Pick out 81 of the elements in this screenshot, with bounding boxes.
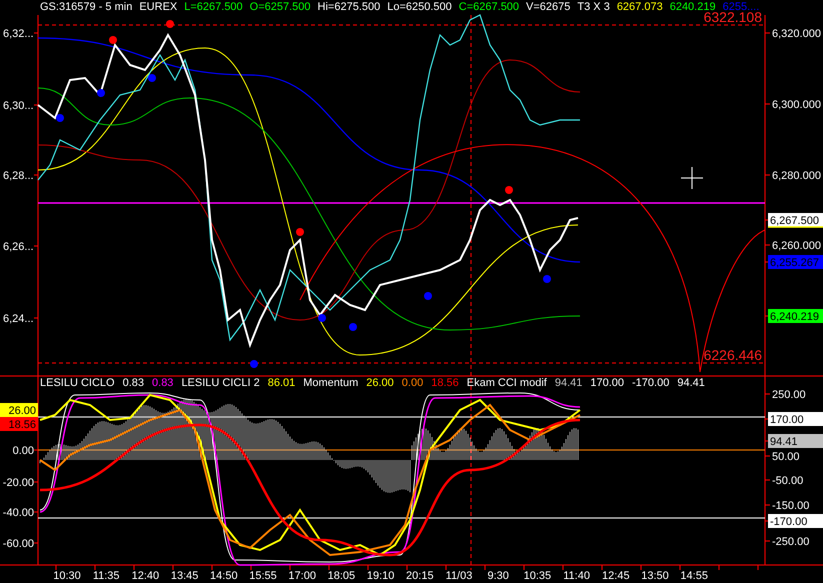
axis-label: 50.00 [772,451,800,463]
quote-value: O=6257.500 [250,1,311,14]
time-label: 12:45 [602,570,630,582]
price-tag: 6,240.219 [768,309,823,323]
legend-label: 18.56 [431,377,459,390]
time-label: 13:50 [641,570,669,582]
axis-label: 0.00 [12,445,34,457]
axis-label: 6,32... [3,28,34,40]
time-label: 14:55 [680,570,708,582]
axis-label: 6,260.000 [772,240,821,252]
time-label: 9:30 [488,570,509,582]
time-label: 20:15 [406,570,434,582]
axis-label: -20.00 [2,477,34,489]
quote-value: C=6267.500 [458,1,520,14]
legend-label: 0.83 [152,377,174,390]
quote-value: Hi=6275.500 [318,1,380,14]
value-tag: 170.00 [768,412,823,426]
peak-dot [109,36,117,44]
trough-dot [543,275,551,283]
peak-dot [166,20,174,28]
trough-dot [424,292,432,300]
axis-label: 6,320.000 [772,28,821,40]
axis-label: 250.00 [772,389,806,401]
peak-dot [296,228,304,236]
peak-dot [505,186,513,194]
time-label: 18:05 [328,570,356,582]
legend-label: LESILU CICLO [40,377,115,390]
quote-value: Lo=6250.500 [387,1,452,14]
axis-label: 6,24... [3,313,34,325]
axis-label: 6,300.000 [772,99,821,111]
legend-label: -170.00 [632,377,670,390]
value-tag: -170.00 [768,514,823,528]
price-tag: 6,267.500 [768,213,823,227]
axis-label: -40.00 [2,507,34,519]
value-tag: 94.41 [768,434,823,448]
legend-label: 0.83 [122,377,144,390]
time-label: 11:40 [563,570,590,582]
crosshair-icon [680,166,704,190]
legend-label: 94.41 [677,377,705,390]
legend-label: Ekam CCI modif [466,377,547,390]
legend-label: 0.00 [402,377,424,390]
time-label: 10:35 [524,570,552,582]
legend-label: 94.41 [554,377,582,390]
axis-label: -50.00 [772,475,804,487]
trough-dot [97,89,105,97]
price-tag: 6,255.267 [768,255,823,269]
trough-dot [56,114,64,122]
axis-label: -250.00 [772,536,810,548]
legend-label: 86.01 [268,377,296,390]
legend-label: 26.00 [366,377,394,390]
quote-value: L=6267.500 [184,1,243,14]
quote-value: V=62675 [526,1,570,14]
quote-value: GS:316579 - 5 min [40,1,132,14]
level-label: 6226.446 [704,347,762,363]
time-label: 11/03 [446,570,472,582]
time-label: 13:45 [170,570,198,582]
quote-value: T3 X 3 [577,1,610,14]
time-label: 15:55 [249,570,277,582]
time-label: 19:10 [366,570,394,582]
time-label: 12:40 [132,570,160,582]
value-tag: 26.00 [0,403,38,417]
axis-label: -60.00 [2,538,34,550]
time-label: 14:50 [210,570,238,582]
quote-value: 6267.073 [616,1,663,14]
time-label: 10:30 [53,570,81,582]
axis-label: 6,26... [3,241,34,253]
legend-label: 170.00 [590,377,624,390]
time-label: 17:00 [288,570,316,582]
trough-dot [250,360,258,368]
axis-label: 6,280.000 [772,170,821,182]
trough-dot [318,314,326,322]
legend-label: Momentum [303,377,358,390]
trough-dot [148,74,156,82]
axis-label: 6,30... [3,100,34,112]
quote-value: EUREX [139,1,178,14]
time-label: 11:35 [92,570,120,582]
axis-label: -150.00 [772,500,810,512]
legend-label: LESILU CICLI 2 [181,377,260,390]
trough-dot [349,323,357,331]
value-tag: 18.56 [0,417,38,431]
axis-label: 6,28... [3,170,34,182]
